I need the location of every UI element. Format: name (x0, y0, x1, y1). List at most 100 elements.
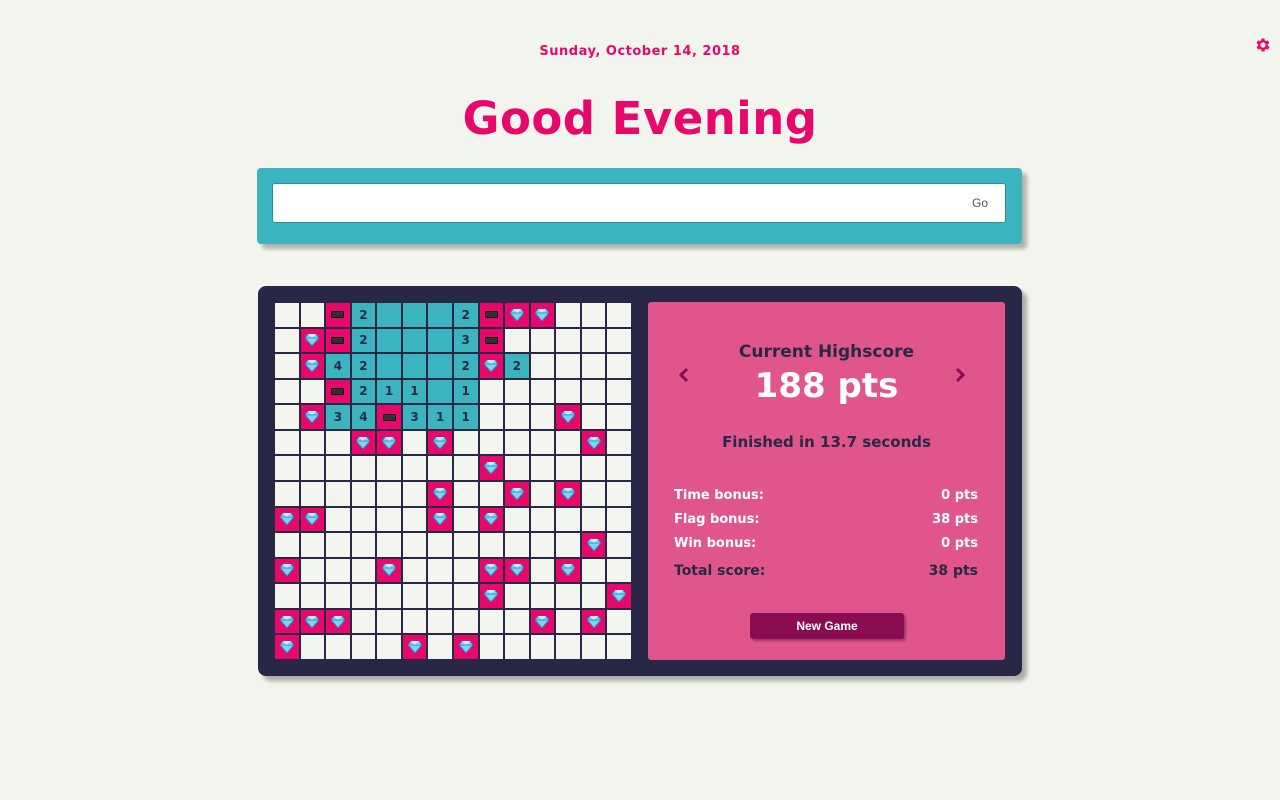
hidden-cell[interactable] (401, 429, 428, 456)
gem-cell[interactable] (478, 506, 505, 533)
hidden-cell[interactable] (452, 583, 479, 609)
hidden-cell[interactable] (529, 634, 556, 660)
hidden-cell[interactable] (606, 634, 632, 660)
hidden-cell[interactable] (504, 532, 530, 558)
hidden-cell[interactable] (427, 583, 453, 609)
hidden-cell[interactable] (274, 532, 300, 558)
opened-cell[interactable] (401, 353, 428, 379)
number-cell[interactable]: 1 (452, 378, 479, 405)
hidden-cell[interactable] (580, 480, 607, 507)
opened-cell[interactable] (427, 353, 453, 379)
opened-cell[interactable] (376, 302, 402, 328)
hidden-cell[interactable] (555, 429, 581, 456)
hidden-cell[interactable] (606, 302, 632, 328)
number-cell[interactable]: 3 (452, 327, 479, 354)
hidden-cell[interactable] (606, 532, 632, 558)
gem-cell[interactable] (580, 429, 607, 456)
hidden-cell[interactable] (350, 557, 377, 584)
hidden-cell[interactable] (299, 480, 326, 507)
number-cell[interactable]: 2 (452, 302, 479, 328)
hidden-cell[interactable] (427, 557, 453, 584)
hidden-cell[interactable] (478, 378, 505, 405)
gem-cell[interactable] (325, 608, 351, 635)
number-cell[interactable]: 2 (504, 353, 530, 379)
hidden-cell[interactable] (452, 608, 479, 635)
gem-cell[interactable] (427, 506, 453, 533)
hidden-cell[interactable] (555, 378, 581, 405)
opened-cell[interactable] (401, 327, 428, 354)
hidden-cell[interactable] (529, 480, 556, 507)
hidden-cell[interactable] (504, 608, 530, 635)
hidden-cell[interactable] (325, 455, 351, 481)
hidden-cell[interactable] (529, 506, 556, 533)
hidden-cell[interactable] (299, 532, 326, 558)
gem-cell[interactable] (274, 506, 300, 533)
flag-cell[interactable] (478, 327, 505, 354)
hidden-cell[interactable] (427, 455, 453, 481)
hidden-cell[interactable] (580, 327, 607, 354)
number-cell[interactable]: 1 (427, 404, 453, 430)
hidden-cell[interactable] (529, 532, 556, 558)
hidden-cell[interactable] (299, 634, 326, 660)
hidden-cell[interactable] (580, 378, 607, 405)
hidden-cell[interactable] (350, 480, 377, 507)
flag-cell[interactable] (325, 302, 351, 328)
hidden-cell[interactable] (376, 480, 402, 507)
hidden-cell[interactable] (325, 557, 351, 584)
hidden-cell[interactable] (376, 506, 402, 533)
hidden-cell[interactable] (504, 634, 530, 660)
hidden-cell[interactable] (325, 480, 351, 507)
hidden-cell[interactable] (274, 429, 300, 456)
hidden-cell[interactable] (350, 634, 377, 660)
hidden-cell[interactable] (580, 353, 607, 379)
hidden-cell[interactable] (478, 404, 505, 430)
hidden-cell[interactable] (452, 532, 479, 558)
hidden-cell[interactable] (555, 455, 581, 481)
number-cell[interactable]: 3 (401, 404, 428, 430)
hidden-cell[interactable] (274, 480, 300, 507)
hidden-cell[interactable] (427, 634, 453, 660)
go-button[interactable]: Go (955, 184, 1005, 222)
gem-cell[interactable] (427, 429, 453, 456)
flag-cell[interactable] (325, 327, 351, 354)
hidden-cell[interactable] (555, 583, 581, 609)
hidden-cell[interactable] (606, 455, 632, 481)
hidden-cell[interactable] (274, 404, 300, 430)
number-cell[interactable]: 3 (325, 404, 351, 430)
hidden-cell[interactable] (580, 583, 607, 609)
hidden-cell[interactable] (376, 532, 402, 558)
hidden-cell[interactable] (350, 506, 377, 533)
hidden-cell[interactable] (299, 429, 326, 456)
hidden-cell[interactable] (274, 302, 300, 328)
number-cell[interactable]: 2 (452, 353, 479, 379)
gem-cell[interactable] (555, 557, 581, 584)
hidden-cell[interactable] (274, 455, 300, 481)
hidden-cell[interactable] (504, 404, 530, 430)
gem-cell[interactable] (555, 480, 581, 507)
hidden-cell[interactable] (299, 378, 326, 405)
number-cell[interactable]: 2 (350, 353, 377, 379)
hidden-cell[interactable] (452, 429, 479, 456)
hidden-cell[interactable] (350, 583, 377, 609)
hidden-cell[interactable] (325, 634, 351, 660)
hidden-cell[interactable] (580, 557, 607, 584)
hidden-cell[interactable] (555, 634, 581, 660)
gem-cell[interactable] (376, 429, 402, 456)
hidden-cell[interactable] (555, 327, 581, 354)
hidden-cell[interactable] (401, 608, 428, 635)
hidden-cell[interactable] (606, 480, 632, 507)
gem-cell[interactable] (478, 557, 505, 584)
hidden-cell[interactable] (478, 480, 505, 507)
hidden-cell[interactable] (274, 583, 300, 609)
gem-cell[interactable] (376, 557, 402, 584)
gem-cell[interactable] (504, 302, 530, 328)
flag-cell[interactable] (376, 404, 402, 430)
hidden-cell[interactable] (401, 480, 428, 507)
hidden-cell[interactable] (325, 429, 351, 456)
hidden-cell[interactable] (401, 557, 428, 584)
hidden-cell[interactable] (401, 455, 428, 481)
hidden-cell[interactable] (401, 532, 428, 558)
hidden-cell[interactable] (504, 506, 530, 533)
number-cell[interactable]: 4 (325, 353, 351, 379)
hidden-cell[interactable] (529, 455, 556, 481)
